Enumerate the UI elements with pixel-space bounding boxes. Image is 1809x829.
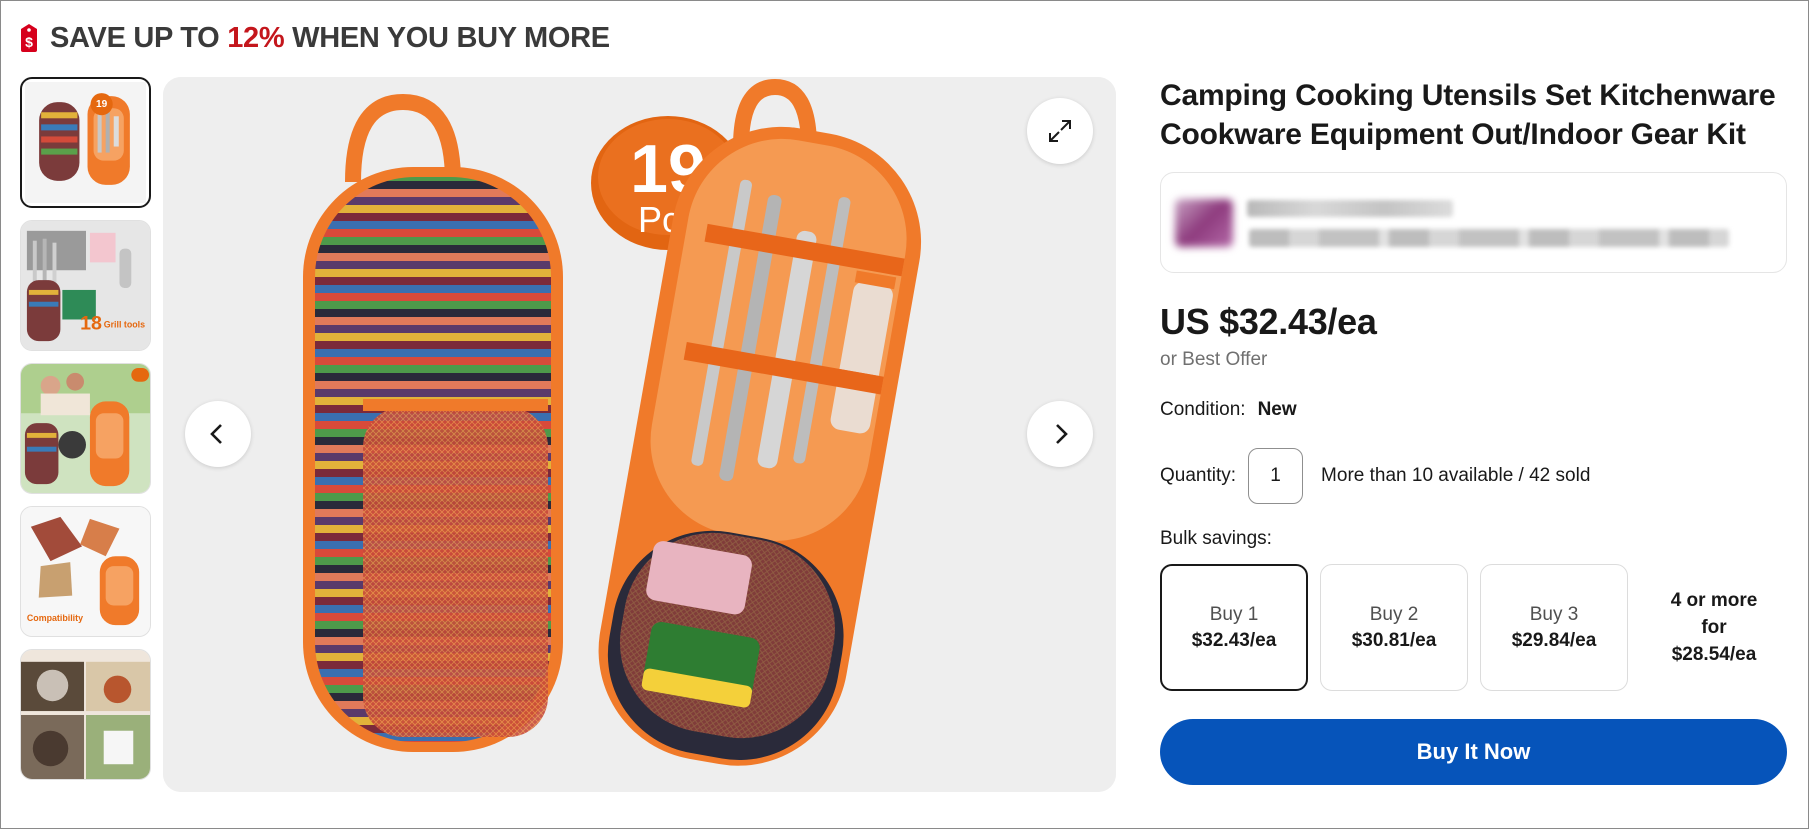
picnic-thumbnail — [21, 364, 150, 493]
bulk-options: Buy 1 $32.43/ea Buy 2 $30.81/ea Buy 3 $2… — [1160, 564, 1788, 691]
chevron-right-icon — [1056, 424, 1068, 444]
bulk-more-line-3: $28.54/ea — [1671, 644, 1757, 665]
main-product-image[interactable]: 19 Pcs — [163, 77, 1116, 792]
thumbnail-list: 19 18 Grill tools Compatibility — [20, 77, 151, 792]
quantity-input[interactable] — [1248, 448, 1304, 504]
product-photo: 19 Pcs — [163, 77, 1116, 792]
seller-card[interactable] — [1160, 172, 1787, 273]
svg-text:Compatibility: Compatibility — [27, 613, 83, 623]
quantity-row: Quantity: More than 10 available / 42 so… — [1160, 448, 1788, 504]
chevron-left-icon — [210, 424, 222, 444]
price: US $32.43/ea — [1160, 301, 1377, 342]
product-info-panel: Camping Cooking Utensils Set Kitchenware… — [1160, 76, 1788, 785]
seller-details-redacted — [1249, 229, 1729, 247]
bag-thumbnail: 19 — [25, 82, 146, 203]
previous-image-button[interactable] — [185, 401, 251, 467]
thumbnail-5[interactable] — [20, 649, 151, 780]
bulk-more-line-2: for — [1701, 617, 1727, 638]
banner-text: SAVE UP TO 12% WHEN YOU BUY MORE — [50, 21, 610, 54]
svg-text:19: 19 — [96, 99, 108, 110]
svg-text:$: $ — [25, 34, 33, 50]
thumbnail-3[interactable] — [20, 363, 151, 494]
best-offer-text: or Best Offer — [1160, 349, 1268, 370]
bulk-option-buy-3[interactable]: Buy 3 $29.84/ea — [1480, 564, 1628, 691]
bulk-option-buy-1[interactable]: Buy 1 $32.43/ea — [1160, 564, 1308, 691]
condition-value: New — [1257, 399, 1297, 420]
bulk-savings-label: Bulk savings: — [1160, 528, 1272, 549]
condition-label: Condition: — [1160, 399, 1246, 420]
bulk-option-qty: Buy 2 — [1369, 603, 1419, 625]
buy-it-now-button[interactable]: Buy It Now — [1160, 719, 1787, 785]
price-tag-icon: $ — [21, 24, 37, 52]
bulk-option-qty: Buy 3 — [1529, 603, 1579, 625]
thumbnail-2[interactable]: 18 Grill tools — [20, 220, 151, 351]
grill-tools-thumbnail: 18 Grill tools — [21, 221, 150, 350]
bulk-more-line-1: 4 or more — [1670, 590, 1758, 611]
bulk-option-price: $30.81/ea — [1351, 629, 1437, 651]
food-grade-thumbnail — [21, 650, 150, 779]
bulk-option-qty: Buy 1 — [1209, 603, 1259, 625]
svg-text:18: 18 — [80, 312, 102, 334]
banner-percent: 12% — [227, 21, 285, 54]
bulk-option-price: $29.84/ea — [1511, 629, 1597, 651]
thumbnail-1[interactable]: 19 — [20, 77, 151, 208]
bulk-option-price: $32.43/ea — [1191, 629, 1277, 651]
expand-icon — [1049, 120, 1071, 142]
condition-row: Condition: New — [1160, 395, 1788, 425]
seller-avatar — [1175, 199, 1233, 247]
expand-button[interactable] — [1027, 98, 1093, 164]
bulk-savings-banner: $ SAVE UP TO 12% WHEN YOU BUY MORE — [18, 16, 610, 60]
seller-name-redacted — [1247, 200, 1453, 217]
product-title: Camping Cooking Utensils Set Kitchenware… — [1160, 79, 1776, 151]
compatibility-thumbnail: Compatibility — [21, 507, 150, 636]
availability-text: More than 10 available / 42 sold — [1321, 465, 1591, 486]
bulk-option-buy-2[interactable]: Buy 2 $30.81/ea — [1320, 564, 1468, 691]
quantity-label: Quantity: — [1160, 465, 1237, 486]
next-image-button[interactable] — [1027, 401, 1093, 467]
svg-text:Grill tools: Grill tools — [104, 319, 145, 329]
thumbnail-4[interactable]: Compatibility — [20, 506, 151, 637]
bulk-option-4-or-more[interactable]: 4 or more for $28.54/ea — [1640, 564, 1788, 691]
